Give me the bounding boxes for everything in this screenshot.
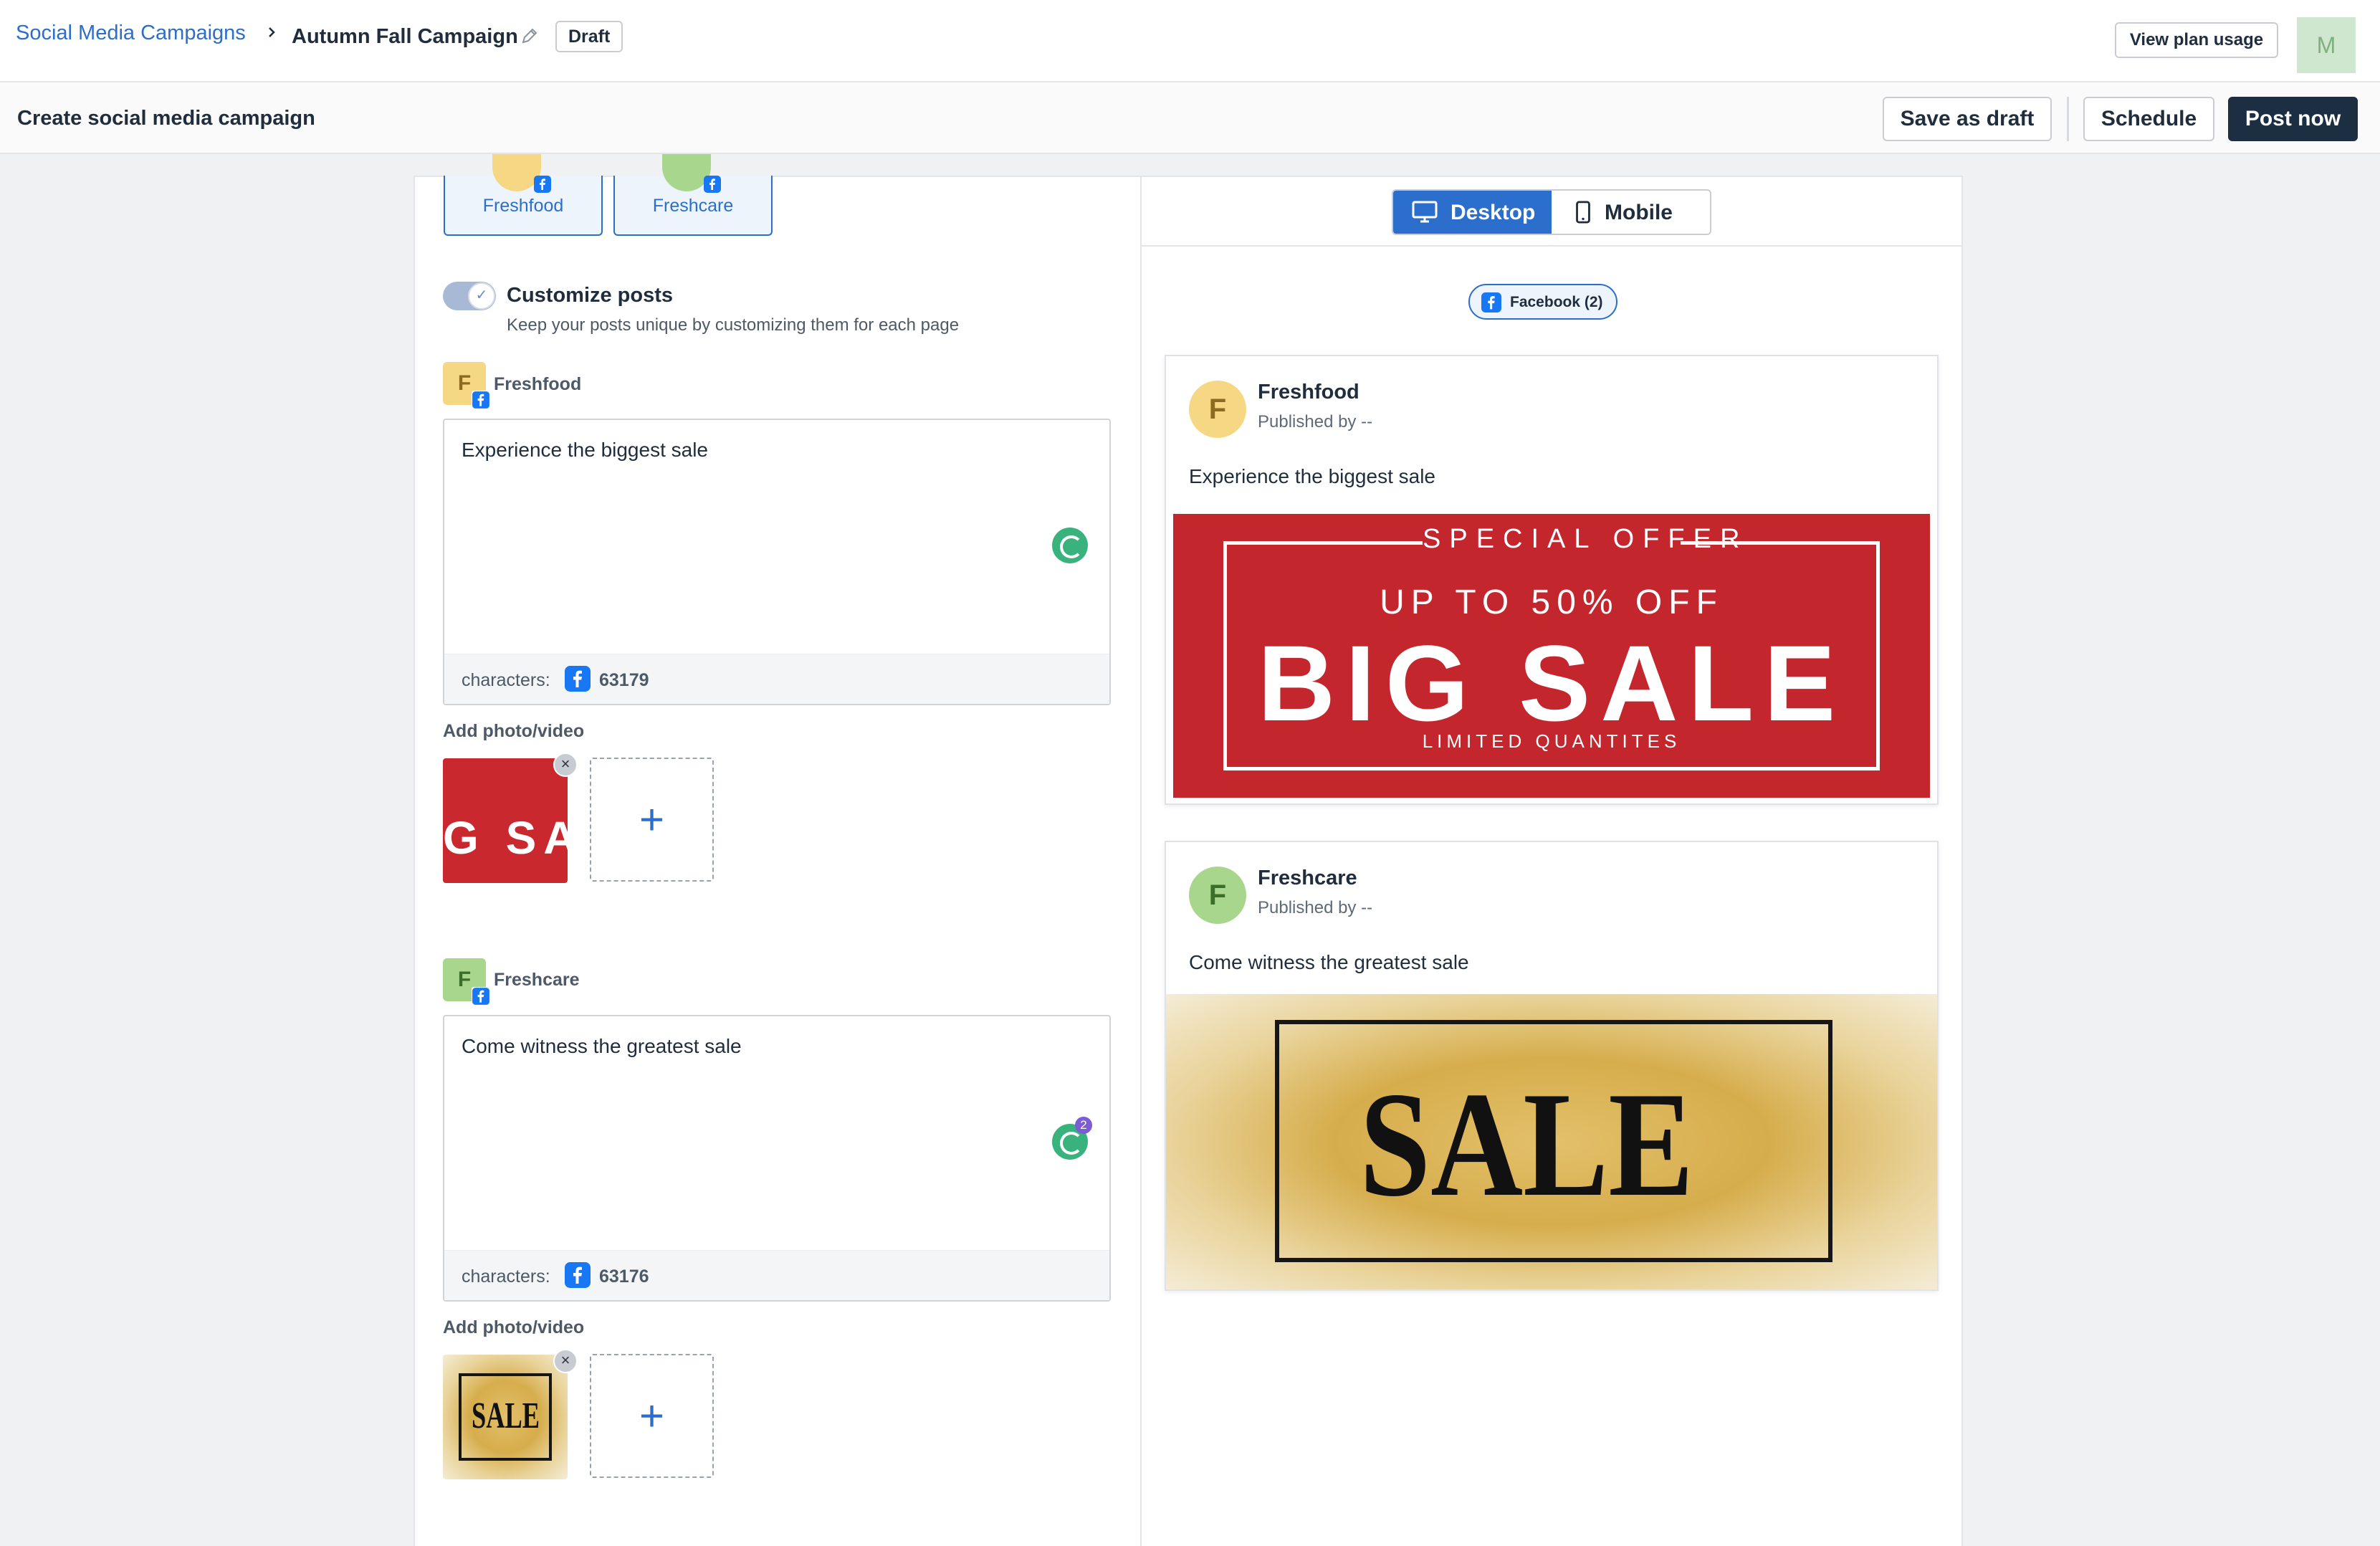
schedule-button[interactable]: Schedule <box>2083 97 2214 141</box>
character-count: 63179 <box>599 670 649 690</box>
close-icon[interactable]: × <box>553 1349 578 1373</box>
characters-label: characters: <box>462 1266 550 1287</box>
desktop-icon <box>1412 201 1438 223</box>
preview-page-name: Freshcare <box>1258 867 1357 889</box>
add-media-label: Add photo/video <box>443 1317 585 1337</box>
chevron-right-icon <box>269 27 275 37</box>
grammarly-badge: 2 <box>1075 1117 1092 1134</box>
preview-post-text: Experience the biggest sale <box>1189 465 1435 487</box>
add-media-button[interactable]: + <box>590 758 714 882</box>
campaign-title: Autumn Fall Campaign <box>292 25 518 48</box>
post-text[interactable]: Experience the biggest sale <box>462 439 708 462</box>
column-divider <box>1140 176 1142 1546</box>
network-pill-label: Facebook (2) <box>1510 294 1603 310</box>
preview-post-text: Come witness the greatest sale <box>1189 951 1469 973</box>
facebook-icon <box>534 176 551 193</box>
preview-image: SALE <box>1166 994 1937 1289</box>
preview-published-by: Published by -- <box>1258 898 1373 917</box>
facebook-icon <box>704 176 721 193</box>
check-icon: ✓ <box>468 282 495 310</box>
preview-page-name: Freshfood <box>1258 381 1359 404</box>
chip-label: Freshfood <box>482 196 564 216</box>
editor-footer: characters: 63179 <box>444 654 1109 704</box>
thumb-text: G SA <box>443 812 568 864</box>
preview-image: SPECIAL OFFER UP TO 50% OFF BIG SALE LIM… <box>1166 508 1937 803</box>
page-avatar-freshcare: F <box>443 958 490 1006</box>
customize-posts-toggle[interactable]: ✓ <box>443 282 496 310</box>
image-text: SALE <box>1359 1061 1694 1228</box>
page-chip-freshcare[interactable]: Freshcare <box>613 154 773 236</box>
media-thumbnail[interactable]: G SA <box>443 758 568 883</box>
page-title: Create social media campaign <box>17 107 315 130</box>
divider <box>2067 97 2069 141</box>
facebook-icon <box>472 987 490 1006</box>
post-text-editor[interactable]: Experience the biggest sale characters: … <box>443 419 1111 705</box>
mobile-label: Mobile <box>1605 201 1673 224</box>
mobile-preview-button[interactable]: Mobile <box>1552 191 1710 234</box>
page-name: Freshfood <box>494 374 582 394</box>
top-bar: Social Media Campaigns Autumn Fall Campa… <box>0 0 2380 82</box>
close-icon[interactable]: × <box>553 753 578 777</box>
preview-avatar: F <box>1189 867 1246 924</box>
status-badge: Draft <box>555 21 623 52</box>
thumb-text: SALE <box>472 1395 540 1436</box>
image-text: BIG SALE <box>1257 623 1846 743</box>
breadcrumb-link-campaigns[interactable]: Social Media Campaigns <box>16 22 246 45</box>
desktop-label: Desktop <box>1451 201 1536 224</box>
mobile-icon <box>1576 201 1590 224</box>
character-count: 63176 <box>599 1266 649 1287</box>
page-chip-freshfood[interactable]: Freshfood <box>444 154 603 236</box>
facebook-icon <box>565 1262 591 1288</box>
image-text: UP TO 50% OFF <box>1380 583 1724 621</box>
facebook-icon <box>565 666 591 692</box>
user-avatar[interactable]: M <box>2297 17 2356 73</box>
post-preview-card: F Freshfood Published by -- Experience t… <box>1165 355 1939 805</box>
characters-label: characters: <box>462 670 550 690</box>
preview-published-by: Published by -- <box>1258 412 1373 431</box>
save-as-draft-button[interactable]: Save as draft <box>1883 97 2052 141</box>
editor-footer: characters: 63176 <box>444 1250 1109 1300</box>
chip-label: Freshcare <box>652 196 734 216</box>
post-now-button[interactable]: Post now <box>2228 97 2358 141</box>
preview-avatar: F <box>1189 381 1246 438</box>
network-filter-pill[interactable]: Facebook (2) <box>1468 284 1617 320</box>
customize-posts-title: Customize posts <box>507 284 674 307</box>
customize-posts-description: Keep your posts unique by customizing th… <box>507 315 960 335</box>
pencil-icon[interactable] <box>520 27 539 45</box>
facebook-icon <box>472 391 490 409</box>
add-media-button[interactable]: + <box>590 1354 714 1478</box>
page-avatar-freshfood: F <box>443 362 490 409</box>
image-text: SPECIAL OFFER <box>1423 524 1749 555</box>
post-text[interactable]: Come witness the greatest sale <box>462 1035 742 1058</box>
avatar-initial: F <box>457 968 472 991</box>
avatar-initial: F <box>457 371 472 395</box>
post-preview-card: F Freshcare Published by -- Come witness… <box>1165 841 1939 1291</box>
desktop-preview-button[interactable]: Desktop <box>1393 191 1552 234</box>
device-toggle: Desktop Mobile <box>1392 189 1711 235</box>
image-text: LIMITED QUANTITES <box>1422 730 1681 752</box>
page-name: Freshcare <box>494 970 580 990</box>
preview-header-divider <box>1142 245 1961 247</box>
media-thumbnail[interactable]: SALE <box>443 1355 568 1479</box>
grammarly-icon[interactable] <box>1052 528 1088 563</box>
action-bar: Create social media campaign Save as dra… <box>0 82 2380 154</box>
post-text-editor[interactable]: Come witness the greatest sale 2 charact… <box>443 1015 1111 1302</box>
facebook-icon <box>1481 292 1501 312</box>
add-media-label: Add photo/video <box>443 721 585 741</box>
view-plan-usage-button[interactable]: View plan usage <box>2115 22 2278 58</box>
